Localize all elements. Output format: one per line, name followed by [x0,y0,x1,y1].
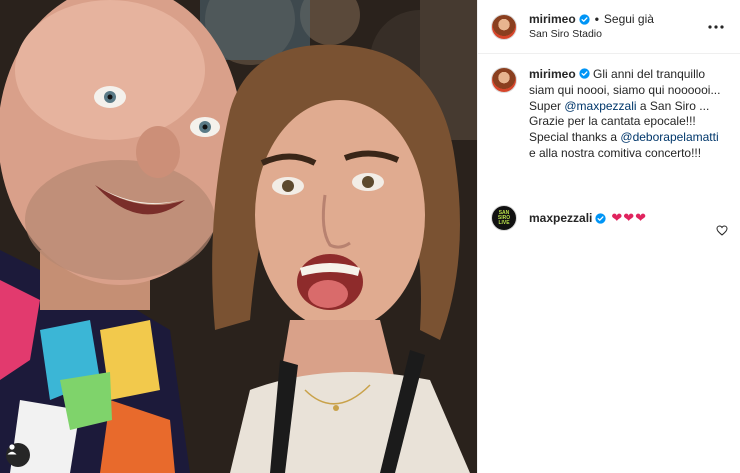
post-location[interactable]: San Siro Stadio [529,27,704,42]
author-info: mirimeo • Segui già San Siro Stadio [529,12,704,42]
post-side-panel: mirimeo • Segui già San Siro Stadio miri… [477,0,740,473]
more-options-button[interactable] [704,15,728,39]
user-tag-button[interactable] [6,443,30,467]
comment-text: ❤❤❤ [611,210,648,225]
author-avatar[interactable] [491,13,517,40]
verified-badge-icon [579,13,590,25]
verified-badge-icon [595,212,607,224]
commenter-username[interactable]: maxpezzali [529,211,592,225]
caption-text: mirimeo Gli anni del tranquillo siam qui… [529,67,728,162]
caption-username[interactable]: mirimeo [529,67,576,81]
more-horizontal-icon [708,24,724,29]
comment-body: maxpezzali ❤❤❤ [529,210,715,226]
caption-super: Super [529,98,565,113]
mention-maxpezzali[interactable]: @maxpezzali [564,99,636,113]
comment-item: SAN SIRO LIVE maxpezzali ❤❤❤ [478,199,740,237]
post-photo[interactable] [0,0,477,473]
heart-outline-icon [716,224,728,236]
post-caption: mirimeo Gli anni del tranquillo siam qui… [478,54,740,162]
like-comment-button[interactable] [715,223,729,237]
photo-illustration [0,0,477,473]
separator-dot: • [594,11,599,26]
caption-author-avatar[interactable] [491,67,517,93]
caption-after-mention-2: e alla nostra comitiva concerto!!! [529,145,702,160]
post-header: mirimeo • Segui già San Siro Stadio [478,0,740,54]
commenter-avatar-text: SAN SIRO LIVE [497,209,511,226]
following-button[interactable]: Segui già [604,12,654,27]
user-tag-icon [7,444,17,455]
verified-badge-icon [579,68,590,79]
author-username[interactable]: mirimeo [529,12,576,27]
caption-special: Special thanks a [529,130,621,145]
commenter-avatar[interactable]: SAN SIRO LIVE [491,205,517,231]
mention-deborapelamatti[interactable]: @deborapelamatti [620,130,718,144]
caption-line-3: Grazie per la cantata epocale!!! [529,114,696,129]
caption-after-mention-1: a San Siro ... [636,98,710,113]
